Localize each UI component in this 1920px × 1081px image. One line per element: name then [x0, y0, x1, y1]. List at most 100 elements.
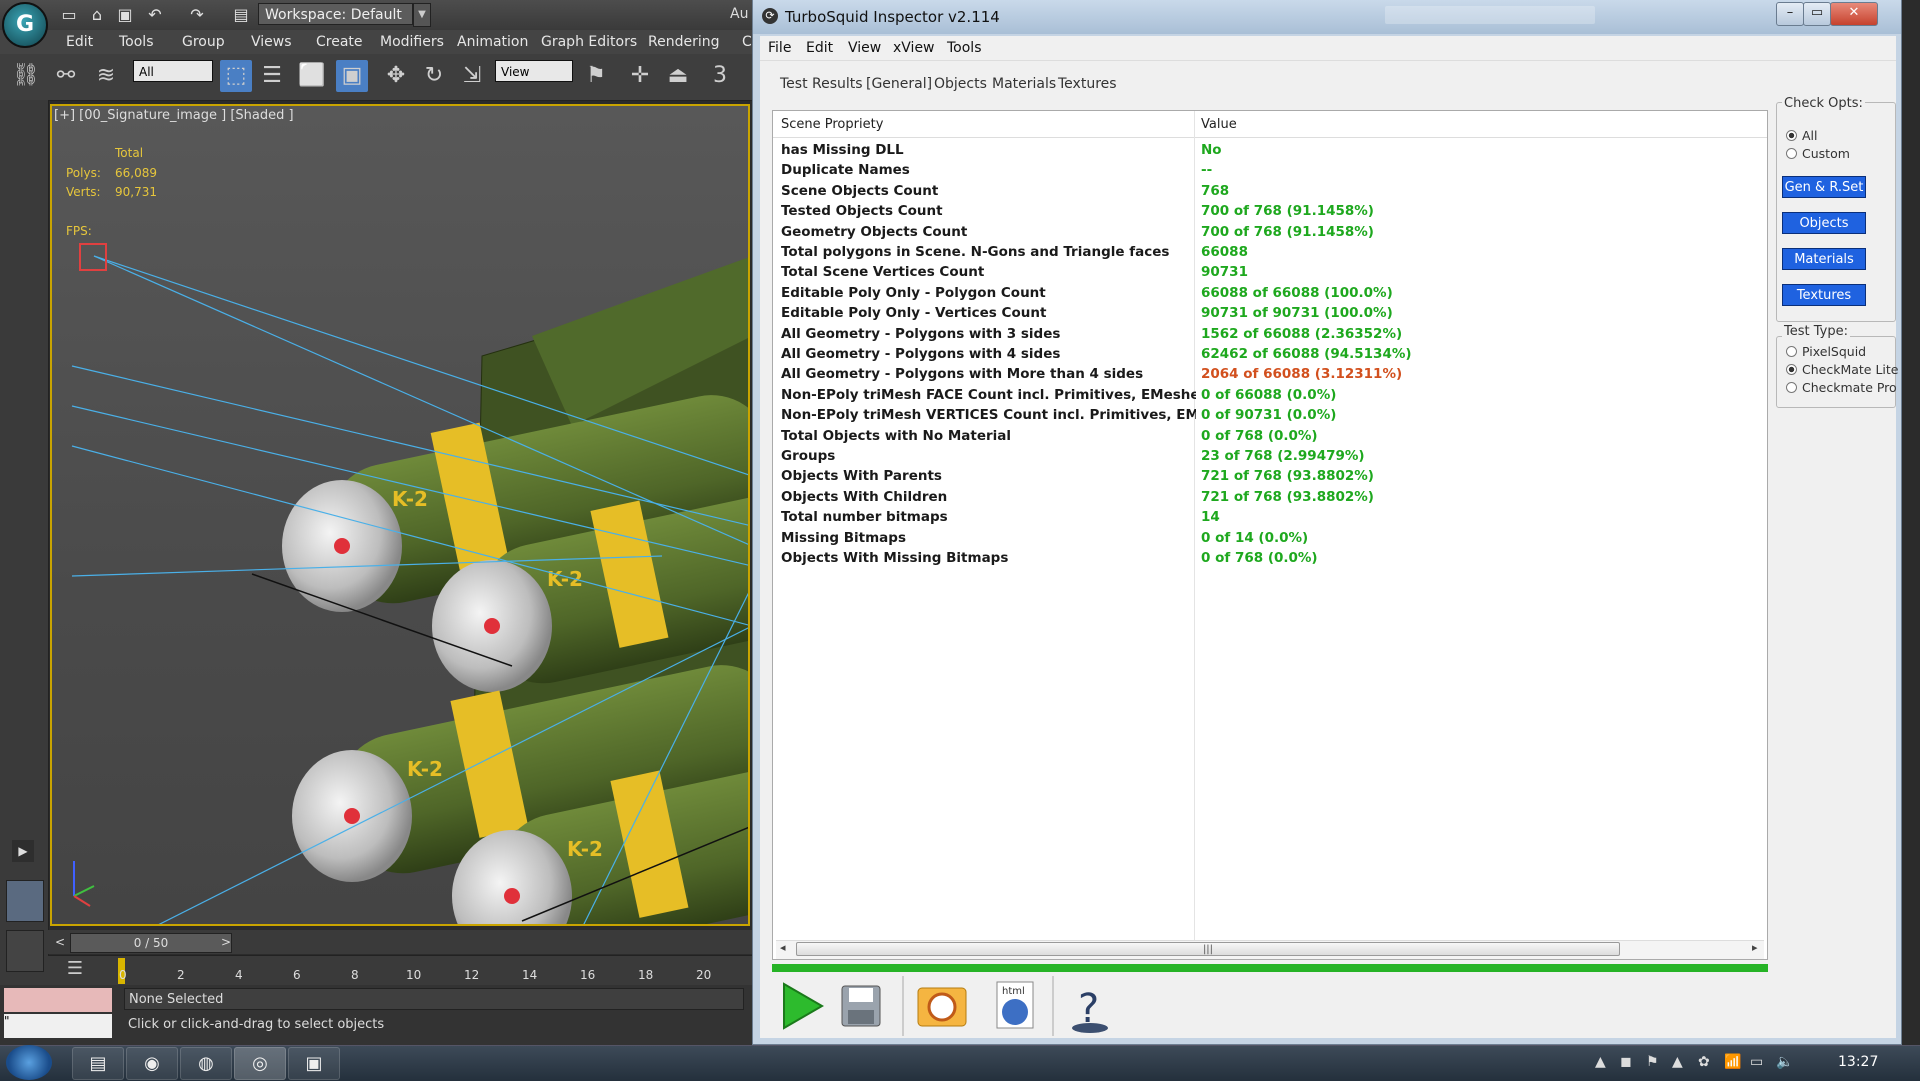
radio-checkmate-lite[interactable]: CheckMate Lite	[1786, 362, 1899, 377]
table-row[interactable]: Editable Poly Only - Polygon Count 66088 …	[773, 283, 1767, 303]
undo-icon[interactable]: ↶	[144, 4, 166, 26]
insp-menu-file[interactable]: File	[768, 38, 791, 58]
scroll-left-arrow[interactable]: ◂	[780, 941, 786, 954]
expand-panel-icon[interactable]: ▶	[12, 840, 34, 862]
table-row[interactable]: Tested Objects Count 700 of 768 (91.1458%…	[773, 201, 1767, 221]
table-row[interactable]: Total polygons in Scene. N-Gons and Tria…	[773, 242, 1767, 262]
table-row[interactable]: Objects With Children 721 of 768 (93.8802…	[773, 487, 1767, 507]
viewport-perspective[interactable]: K-2 K-2 K-2 K-2	[50, 104, 750, 926]
new-file-icon[interactable]: ▭	[58, 4, 80, 26]
tab-test-results[interactable]: Test Results	[780, 76, 863, 92]
max-menu-create[interactable]: Create	[316, 30, 363, 54]
max-menu-rendering[interactable]: Rendering	[648, 30, 720, 54]
textures-button[interactable]: Textures	[1782, 284, 1866, 306]
max-menu-modifiers[interactable]: Modifiers	[380, 30, 444, 54]
network-icon[interactable]: 📶	[1724, 1054, 1741, 1070]
display-icon[interactable]: ▭	[1750, 1054, 1763, 1070]
insp-menu-edit[interactable]: Edit	[806, 38, 833, 58]
scroll-right-arrow[interactable]: ▸	[1752, 941, 1758, 954]
time-prev-button[interactable]: <	[52, 933, 68, 951]
table-row[interactable]: Non-EPoly triMesh VERTICES Count incl. P…	[773, 405, 1767, 425]
window-crossing-icon[interactable]: ▣	[336, 60, 368, 92]
radio-pixelsquid[interactable]: PixelSquid	[1786, 344, 1866, 359]
radio-checkmate-pro[interactable]: Checkmate Pro	[1786, 380, 1897, 395]
objects-button[interactable]: Objects	[1782, 212, 1866, 234]
select-manipulate-icon[interactable]: ✛	[624, 60, 656, 92]
table-row[interactable]: Objects With Parents 721 of 768 (93.8802%…	[773, 466, 1767, 486]
table-row[interactable]: Editable Poly Only - Vertices Count 90731…	[773, 303, 1767, 323]
save-file-icon[interactable]: ▣	[114, 4, 136, 26]
time-slider[interactable]: 0 / 50	[70, 933, 232, 953]
table-row[interactable]: Total Scene Vertices Count 90731	[773, 262, 1767, 282]
tab-materials[interactable]: Materials	[992, 76, 1056, 92]
keyboard-shortcut-icon[interactable]: ⏏	[662, 60, 694, 92]
select-by-name-icon[interactable]: ☰	[256, 60, 288, 92]
insp-menu-tools[interactable]: Tools	[947, 38, 982, 58]
tab-general[interactable]: [General]	[866, 76, 932, 92]
open-file-icon[interactable]: ⌂	[86, 4, 108, 26]
maxscript-input[interactable]: "	[4, 1014, 112, 1038]
radio-all[interactable]: All	[1786, 128, 1818, 143]
drive-icon[interactable]: ▲	[1672, 1054, 1683, 1070]
max-menu-group[interactable]: Group	[182, 30, 225, 54]
help-button[interactable]: ?	[1060, 978, 1120, 1034]
run-button[interactable]	[772, 978, 832, 1034]
reference-coord-dropdown[interactable]: View	[495, 60, 573, 82]
table-row[interactable]: has Missing DLL No	[773, 140, 1767, 160]
table-row[interactable]: Scene Objects Count 768	[773, 181, 1767, 201]
clock[interactable]: 13:27	[1838, 1054, 1878, 1070]
file-explorer-icon[interactable]: ▤	[72, 1047, 124, 1080]
table-row[interactable]: Geometry Objects Count 700 of 768 (91.145…	[773, 222, 1767, 242]
minimize-button[interactable]: –	[1776, 2, 1804, 26]
chat-icon[interactable]: ▣	[288, 1047, 340, 1080]
maxscript-listener-mini[interactable]	[4, 988, 112, 1012]
time-next-button[interactable]: >	[218, 933, 234, 951]
max-scene-button[interactable]	[912, 978, 972, 1034]
viewport-layout-icon[interactable]	[6, 880, 44, 922]
link-icon[interactable]: ⛓	[10, 60, 42, 92]
volume-icon[interactable]: 🔈	[1776, 1054, 1793, 1070]
rotate-icon[interactable]: ↻	[418, 60, 450, 92]
quad-layout-icon[interactable]	[6, 930, 44, 972]
table-row[interactable]: All Geometry - Polygons with 4 sides 6246…	[773, 344, 1767, 364]
table-row[interactable]: Total Objects with No Material 0 of 768 (…	[773, 426, 1767, 446]
maximize-button[interactable]: ▭	[1803, 2, 1831, 26]
start-button[interactable]	[6, 1045, 52, 1080]
chrome-icon[interactable]: ◍	[180, 1047, 232, 1080]
rect-selection-icon[interactable]: ⬜	[296, 60, 328, 92]
table-row[interactable]: Total number bitmaps 14	[773, 507, 1767, 527]
max-menu-views[interactable]: Views	[251, 30, 292, 54]
table-row[interactable]: Objects With Missing Bitmaps 0 of 768 (0.…	[773, 548, 1767, 568]
workspace-dropdown[interactable]: Workspace: Default	[258, 3, 413, 25]
table-row[interactable]: All Geometry - Polygons with 3 sides 1562…	[773, 324, 1767, 344]
max-menu-cut[interactable]: C	[742, 30, 752, 54]
scroll-thumb[interactable]: |||	[796, 942, 1620, 956]
table-row[interactable]: Duplicate Names --	[773, 160, 1767, 180]
redo-icon[interactable]: ↷	[186, 4, 208, 26]
table-row[interactable]: Non-EPoly triMesh FACE Count incl. Primi…	[773, 385, 1767, 405]
project-folder-icon[interactable]: ▤	[230, 4, 252, 26]
select-object-icon[interactable]: ⬚	[220, 60, 252, 92]
pivot-icon[interactable]: ⚑	[580, 60, 612, 92]
max-menu-edit[interactable]: Edit	[66, 30, 93, 54]
move-icon[interactable]: ✥	[380, 60, 412, 92]
table-row[interactable]: Groups 23 of 768 (2.99479%)	[773, 446, 1767, 466]
snap-toggle-icon[interactable]: 3	[704, 60, 736, 92]
table-row[interactable]: Missing Bitmaps 0 of 14 (0.0%)	[773, 528, 1767, 548]
flag-icon[interactable]: ⚑	[1646, 1054, 1659, 1070]
unlink-icon[interactable]: ⚯	[50, 60, 82, 92]
html-report-button[interactable]: html	[985, 978, 1045, 1034]
table-row[interactable]: All Geometry - Polygons with More than 4…	[773, 364, 1767, 384]
firefox-icon[interactable]: ◉	[126, 1047, 178, 1080]
max-menu-graph-editors[interactable]: Graph Editors	[541, 30, 637, 54]
tab-objects[interactable]: Objects	[934, 76, 987, 92]
radio-custom[interactable]: Custom	[1786, 146, 1850, 161]
track-bar-menu-icon[interactable]: ☰	[60, 958, 90, 984]
chevron-down-icon[interactable]: ▼	[413, 3, 431, 27]
col-header-property[interactable]: Scene Propriety	[781, 117, 883, 132]
max-taskbar-icon[interactable]: ◎	[234, 1047, 286, 1080]
max-logo-button[interactable]: G	[2, 2, 48, 48]
settings-tray-icon[interactable]: ✿	[1698, 1054, 1710, 1070]
tab-textures[interactable]: Textures	[1058, 76, 1117, 92]
save-report-button[interactable]	[830, 978, 890, 1034]
